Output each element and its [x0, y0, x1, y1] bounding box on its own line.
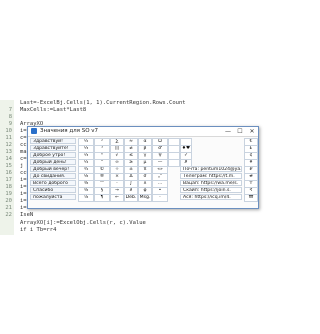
contact-link-button[interactable]: Почта: pentum1024@ya.	[180, 166, 242, 172]
app-icon	[31, 128, 37, 134]
grid-row: пожалуйста ⅞ ¶ ← Deb. Msg. · ₩ Ася: https://icq.…	[30, 194, 258, 202]
phrase-button[interactable]: Здравствуйте!	[30, 145, 76, 151]
grid-row: Всего доброго ⅜ ™ · ∫ λ… ₸ Вацап: https://wa.me…	[30, 180, 258, 188]
code-text[interactable]: j	[20, 163, 23, 170]
code-text[interactable]: ArrayXO[i]:=ExcelObj.Cells(r, c).Value	[20, 220, 146, 227]
grid-row: Доброе утро! ⅔ ⁿ √ ≤ γ ♀ ✓ ¢	[30, 152, 258, 160]
phrase-button[interactable]: Спасибо	[30, 187, 76, 193]
code-line[interactable]: 22 IseN	[0, 212, 262, 219]
dialog-titlebar[interactable]: Значения для SO v7 — ☐ ✕	[28, 127, 258, 137]
phrase-button[interactable]: Здравствуй!	[30, 138, 76, 144]
symbol-button[interactable]: ←	[110, 194, 124, 202]
line-number: 21	[5, 205, 12, 211]
phrase-button[interactable]: Добрый вечер!	[30, 166, 76, 172]
phrase-button[interactable]: До свидания.	[30, 173, 76, 179]
code-editor-lower[interactable]: ArrayXO[i]:=ExcelObj.Cells(r, c).Value if…	[0, 220, 262, 234]
line-number: 15	[5, 163, 12, 169]
line-number: 14	[5, 156, 12, 162]
line-number: 10	[5, 128, 12, 134]
contact-link-button[interactable]: Вацап: https://wa.me/s.	[180, 180, 242, 186]
contact-link-button[interactable]: Ася: https://icq.im/4.	[180, 194, 242, 200]
phrase-button[interactable]: Доброе утро!	[30, 152, 76, 158]
line-number: 18	[5, 184, 12, 190]
line-number: 13	[5, 149, 12, 155]
code-text[interactable]: if i Tb=rr4	[20, 227, 56, 234]
grid-row: До свидания. ⅛ ® × ∆ σ „“ ₴ Телеграм: https://t.…	[30, 173, 258, 181]
phrase-button[interactable]: Добрый день!	[30, 159, 76, 165]
line-number: 22	[5, 212, 12, 218]
line-number: 7	[8, 107, 12, 113]
values-grid: Здравствуй! ½ ² ∑ ≈ α Ω € Здравствуйте! ⅓ ³ ∏ ≠ β ♂ ♦♥ £…	[30, 138, 258, 202]
code-text[interactable]: MaxCells:=Last*Last8	[20, 107, 86, 114]
grid-row: Спасибо ⅝ § → ∂ φ • ₹ Скайп: https://join.s.	[30, 187, 258, 195]
grid-row: Добрый вечер! ¾ © ÷ ± π «» ₽ Почта: pentum1024@y…	[30, 166, 258, 174]
line-number: 19	[5, 191, 12, 197]
line-number: 12	[5, 142, 12, 148]
code-line[interactable]: 8	[0, 114, 262, 121]
line-number: 11	[5, 135, 12, 141]
symbol-button[interactable]: Msg.	[138, 194, 152, 202]
line-number: 20	[5, 198, 12, 204]
symbol-button[interactable]: ⅞	[78, 194, 94, 202]
line-number: 17	[5, 177, 12, 183]
dialog-title: Значения для SO v7	[40, 128, 99, 134]
symbol-button[interactable]: ·	[152, 194, 168, 202]
line-number: 9	[8, 121, 12, 127]
symbol-button[interactable]: ¶	[94, 194, 110, 202]
code-line[interactable]: ArrayXO[i]:=ExcelObj.Cells(r, c).Value	[0, 220, 262, 227]
minimize-button[interactable]: —	[222, 127, 234, 136]
code-line[interactable]: if i Tb=rr4	[0, 227, 262, 234]
maximize-button[interactable]: ☐	[234, 127, 246, 136]
phrase-button[interactable]: пожалуйста	[30, 194, 76, 200]
close-button[interactable]: ✕	[246, 127, 258, 136]
values-dialog[interactable]: Значения для SO v7 — ☐ ✕ Здравствуй! ½ ² ∑ ≈…	[27, 126, 259, 209]
contact-link-button[interactable]: Телеграм: https://t.m.	[180, 173, 242, 179]
symbol-button[interactable]: ₩	[244, 194, 258, 202]
line-number: 16	[5, 170, 12, 176]
code-line[interactable]: 7 MaxCells:=Last*Last8	[0, 107, 262, 114]
phrase-button[interactable]: Всего доброго	[30, 180, 76, 186]
code-text[interactable]: Last=-ExcelBj.Cells(1, 1).CurrentRegion.…	[20, 100, 186, 107]
grid-row: Здравствуйте! ⅓ ³ ∏ ≠ β ♂ ♦♥ £	[30, 145, 258, 153]
line-number: 8	[8, 114, 12, 120]
code-line[interactable]: Last=-ExcelBj.Cells(1, 1).CurrentRegion.…	[0, 100, 262, 107]
symbol-button[interactable]: Deb.	[124, 194, 138, 202]
grid-row: Здравствуй! ½ ² ∑ ≈ α Ω €	[30, 138, 258, 146]
contact-link-button[interactable]: Скайп: https://join.s.	[180, 187, 242, 193]
grid-row: Добрый день! ¼ ° ∞ ≥ µ — ✗ ¥	[30, 159, 258, 167]
code-text[interactable]: IseN	[20, 212, 33, 219]
